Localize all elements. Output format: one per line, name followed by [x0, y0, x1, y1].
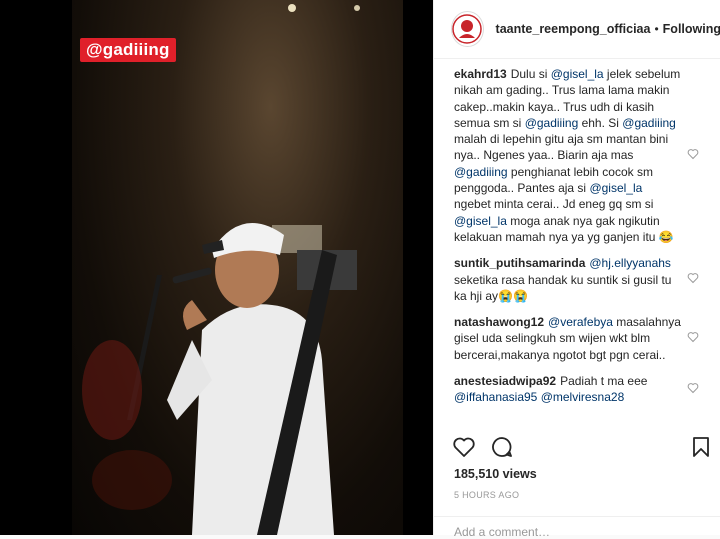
video-player[interactable]: @gadiiing: [0, 0, 433, 535]
view-count[interactable]: 185,510 views: [454, 467, 537, 481]
comment-mention-link[interactable]: @melviresna28: [541, 390, 625, 404]
comment-text: Dulu si: [510, 67, 551, 81]
comment-mention-link[interactable]: @iffahanasia95: [454, 390, 537, 404]
post-header: taante_reempong_officiaa • Following: [434, 0, 720, 59]
video-frame[interactable]: [72, 0, 403, 535]
add-comment-bar[interactable]: Add a comment…: [434, 516, 720, 539]
post-username[interactable]: taante_reempong_officiaa: [496, 22, 651, 36]
video-letterbox-right: [403, 0, 433, 535]
comment-item: anestesiadwipa92 Padiah t ma eee @iffahan…: [434, 373, 720, 406]
comment-mention-link[interactable]: @gisel_la: [589, 181, 642, 195]
action-bar: [452, 436, 711, 462]
comment-like-heart-icon[interactable]: [687, 382, 699, 394]
comment-mention-link[interactable]: @gadiiing: [622, 116, 676, 130]
heart-icon[interactable]: [452, 436, 476, 458]
following-button[interactable]: Following: [663, 22, 720, 36]
comment-item: natashawong12 @verafebya masalahnya gisel…: [434, 314, 720, 363]
comment-icon[interactable]: [490, 436, 514, 458]
video-letterbox-left: [0, 0, 72, 535]
post-timestamp[interactable]: 5 HOURS AGO: [454, 490, 519, 500]
post-panel: taante_reempong_officiaa • Following eka…: [433, 0, 720, 539]
comment-username[interactable]: suntik_putihsamarinda: [454, 256, 585, 270]
bookmark-icon[interactable]: [691, 436, 711, 458]
video-watermark: @gadiiing: [80, 38, 176, 62]
comment-text: malah di lepehin gitu aja sm mantan bini…: [454, 132, 669, 163]
comment-username[interactable]: natashawong12: [454, 315, 544, 329]
comment-text: seketika rasa handak ku suntik si gusil …: [454, 272, 672, 303]
avatar[interactable]: [451, 11, 484, 47]
comment-like-heart-icon[interactable]: [687, 148, 699, 160]
comment-username[interactable]: ekahrd13: [454, 67, 507, 81]
comment-item: ekahrd13 Dulu si @gisel_la jelek sebelum …: [434, 66, 720, 245]
comment-text: ehh. Si: [578, 115, 623, 130]
comment-like-heart-icon[interactable]: [687, 272, 699, 284]
comment-mention-link[interactable]: @gadiiing: [525, 116, 579, 130]
add-comment-input[interactable]: Add a comment…: [454, 525, 550, 539]
comment-like-heart-icon[interactable]: [687, 331, 699, 343]
comment-text: Padiah t ma eee: [560, 374, 648, 389]
comment-mention-link[interactable]: @verafebya: [548, 315, 613, 329]
comment-mention-link[interactable]: @gadiiing: [454, 165, 508, 179]
comment-mention-link[interactable]: @hj.ellyyanahs: [589, 256, 671, 270]
avatar-logo-icon: [452, 14, 483, 44]
header-separator: •: [654, 22, 659, 36]
video-scene: [82, 4, 360, 535]
comment-username[interactable]: anestesiadwipa92: [454, 374, 556, 388]
comment-item: suntik_putihsamarinda @hj.ellyyanahs seke…: [434, 255, 720, 304]
comment-mention-link[interactable]: @gisel_la: [551, 67, 604, 81]
comment-mention-link[interactable]: @gisel_la: [454, 214, 507, 228]
comments-list[interactable]: ekahrd13 Dulu si @gisel_la jelek sebelum …: [434, 66, 720, 428]
comment-text: ngebet minta cerai.. Jd eneg gq sm si: [454, 197, 654, 212]
